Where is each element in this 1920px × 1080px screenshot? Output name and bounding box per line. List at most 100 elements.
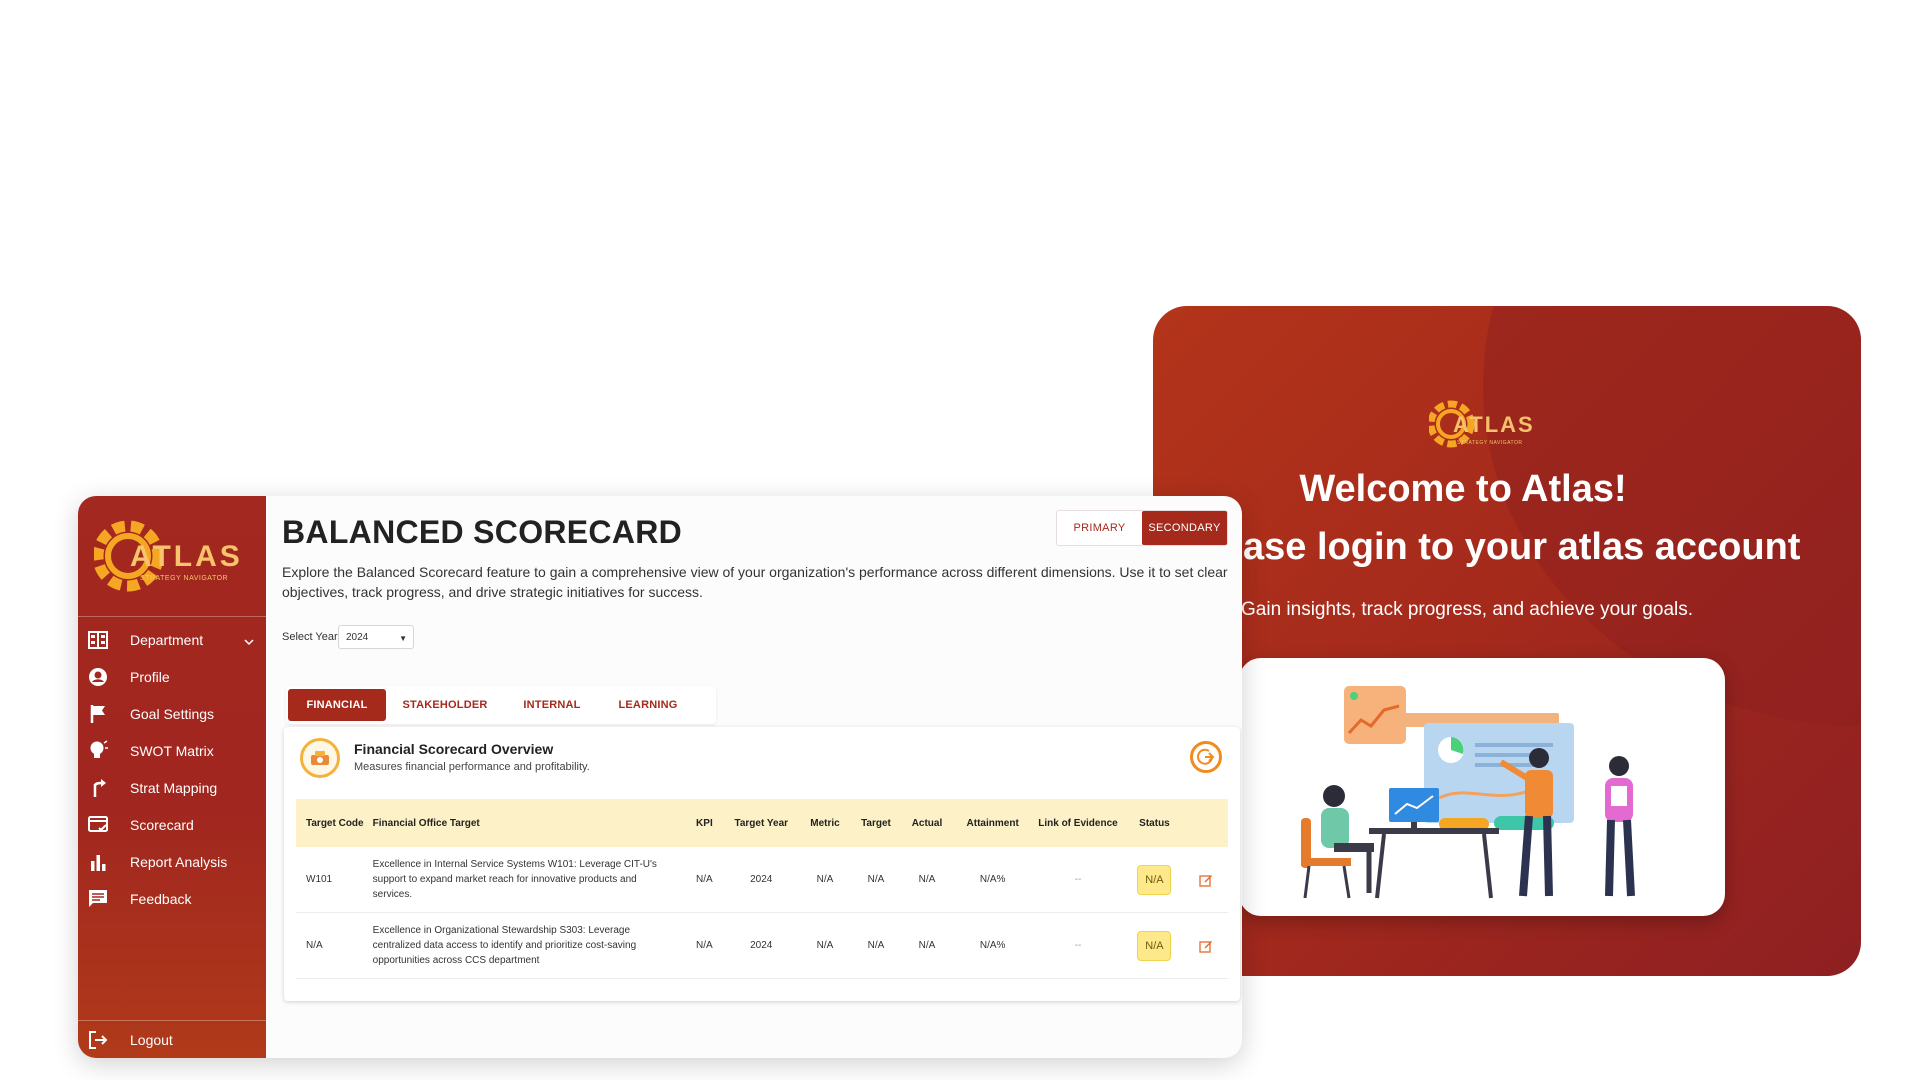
cell-target-year: 2024 (750, 940, 773, 951)
header-actual: Actual (911, 817, 943, 829)
card-subtitle: Measures financial performance and profi… (354, 761, 590, 773)
cell-target-year: 2024 (750, 874, 773, 885)
bar-chart-icon (87, 851, 109, 873)
logout-label: Logout (130, 1032, 173, 1048)
cell-target-description: Excellence in Internal Service Systems W… (372, 859, 657, 900)
view-toggle: PRIMARY SECONDARY (1056, 510, 1228, 546)
account-circle-icon (87, 666, 109, 688)
sidebar-item-label: SWOT Matrix (130, 743, 214, 759)
cell-status: N/A (1124, 930, 1185, 961)
cell-actual: N/A (918, 940, 936, 951)
sidebar-item-department[interactable]: Department (78, 623, 266, 657)
sidebar-item-report-analysis[interactable]: Report Analysis (78, 845, 266, 879)
sidebar-item-profile[interactable]: Profile (78, 660, 266, 694)
cell-actual: N/A (918, 874, 936, 885)
secondary-toggle-button[interactable]: SECONDARY (1142, 511, 1227, 545)
header-status: Status (1139, 817, 1170, 829)
edit-icon[interactable] (1185, 873, 1228, 887)
cell-kpi: N/A (696, 940, 713, 951)
sidebar-item-label: Profile (130, 669, 170, 685)
scorecard-tabs: FINANCIAL STAKEHOLDER INTERNAL LEARNING (286, 686, 716, 724)
header-financial-office-target: Financial Office Target (372, 817, 480, 829)
cell-status: N/A (1124, 864, 1185, 895)
tab-financial[interactable]: FINANCIAL (288, 689, 386, 721)
cell-attainment: N/A% (979, 874, 1006, 885)
header-target-code: Target Code (306, 817, 364, 829)
cell-target: N/A (867, 874, 885, 885)
lightbulb-icon (87, 740, 109, 762)
svg-text:ATLAS: ATLAS (130, 540, 243, 573)
money-icon (300, 738, 340, 778)
page-title: BALANCED SCORECARD (282, 514, 683, 550)
cell-attainment: N/A% (979, 940, 1006, 951)
sidebar-divider (78, 1020, 266, 1021)
primary-toggle-button[interactable]: PRIMARY (1057, 511, 1142, 545)
logout-icon (87, 1029, 109, 1051)
cell-link-of-evidence: -- (1074, 940, 1082, 951)
header-target: Target (861, 817, 891, 829)
sidebar-item-label: Department (130, 632, 204, 648)
header-link-of-evidence: Link of Evidence (1038, 817, 1118, 829)
welcome-heading: Welcome to Atlas! (1299, 468, 1627, 510)
status-badge: N/A (1137, 930, 1172, 961)
sidebar-item-label: Strat Mapping (130, 780, 218, 796)
sidebar-item-label: Feedback (130, 891, 192, 907)
atlas-logo: ATLAS STRATEGY NAVIGATOR (1429, 400, 1535, 448)
tab-internal[interactable]: INTERNAL (504, 689, 600, 721)
year-select-value: 2024 (346, 631, 369, 643)
feedback-icon (87, 888, 109, 910)
main-content: BALANCED SCORECARD PRIMARY SECONDARY Exp… (266, 496, 1242, 1058)
svg-text:STRATEGY NAVIGATOR: STRATEGY NAVIGATOR (140, 575, 228, 582)
page-description: Explore the Balanced Scorecard feature t… (282, 564, 1228, 600)
svg-text:STRATEGY NAVIGATOR: STRATEGY NAVIGATOR (1457, 440, 1523, 446)
svg-text:ATLAS: ATLAS (1453, 412, 1535, 437)
route-icon (87, 777, 109, 799)
cell-target: N/A (867, 940, 885, 951)
sidebar-divider (78, 616, 266, 617)
year-select[interactable]: 2024 ▼ (338, 625, 414, 649)
dashboard-window: ATLAS STRATEGY NAVIGATOR Department Prof… (78, 496, 1242, 1058)
sidebar-item-swot-matrix[interactable]: SWOT Matrix (78, 734, 266, 768)
chevron-down-icon (244, 633, 254, 649)
flag-icon (87, 703, 109, 725)
sidebar-item-strat-mapping[interactable]: Strat Mapping (78, 771, 266, 805)
sidebar-item-scorecard[interactable]: Scorecard (78, 808, 266, 842)
cell-metric: N/A (816, 940, 834, 951)
cell-target-code: N/A (306, 940, 323, 951)
card-title: Financial Scorecard Overview (354, 741, 554, 757)
header-metric: Metric (810, 817, 840, 829)
cell-target-code: W101 (306, 874, 333, 885)
sidebar-item-goal-settings[interactable]: Goal Settings (78, 697, 266, 731)
login-tagline: Gain insights, track progress, and achie… (1241, 599, 1694, 620)
edit-icon[interactable] (1185, 939, 1228, 953)
financial-overview-card: Financial Scorecard Overview Measures fi… (284, 727, 1240, 1001)
table-row: W101 Excellence in Internal Service Syst… (296, 847, 1228, 913)
sidebar-item-label: Report Analysis (130, 854, 228, 870)
tab-stakeholder[interactable]: STAKEHOLDER (386, 689, 504, 721)
header-kpi: KPI (696, 817, 713, 829)
scorecard-table: Target Code Financial Office Target KPI … (296, 799, 1228, 979)
table-header: Target Code Financial Office Target KPI … (296, 799, 1228, 847)
atlas-logo: ATLAS STRATEGY NAVIGATOR (94, 520, 243, 592)
cell-target-description: Excellence in Organizational Stewardship… (372, 925, 637, 966)
sidebar-item-label: Scorecard (130, 817, 194, 833)
status-badge: N/A (1137, 864, 1172, 895)
sidebar: ATLAS STRATEGY NAVIGATOR Department Prof… (78, 496, 266, 1058)
sidebar-item-feedback[interactable]: Feedback (78, 882, 266, 916)
scorecard-icon (87, 814, 109, 836)
header-target-year: Target Year (734, 817, 789, 829)
header-attainment: Attainment (966, 817, 1019, 829)
login-panel: ATLAS STRATEGY NAVIGATOR Welcome to Atla… (1153, 306, 1861, 976)
year-label: Select Year: (282, 631, 341, 643)
cell-kpi: N/A (696, 874, 713, 885)
logout-button[interactable]: Logout (78, 1023, 266, 1057)
tab-learning[interactable]: LEARNING (600, 689, 696, 721)
team-illustration-graphic (1301, 686, 1635, 899)
table-row: N/A Excellence in Organizational Steward… (296, 913, 1228, 979)
building-icon (87, 629, 109, 651)
sidebar-item-label: Goal Settings (130, 706, 215, 722)
cell-link-of-evidence: -- (1074, 874, 1082, 885)
cell-metric: N/A (816, 874, 834, 885)
export-icon[interactable] (1190, 741, 1222, 773)
team-illustration (1239, 658, 1725, 916)
